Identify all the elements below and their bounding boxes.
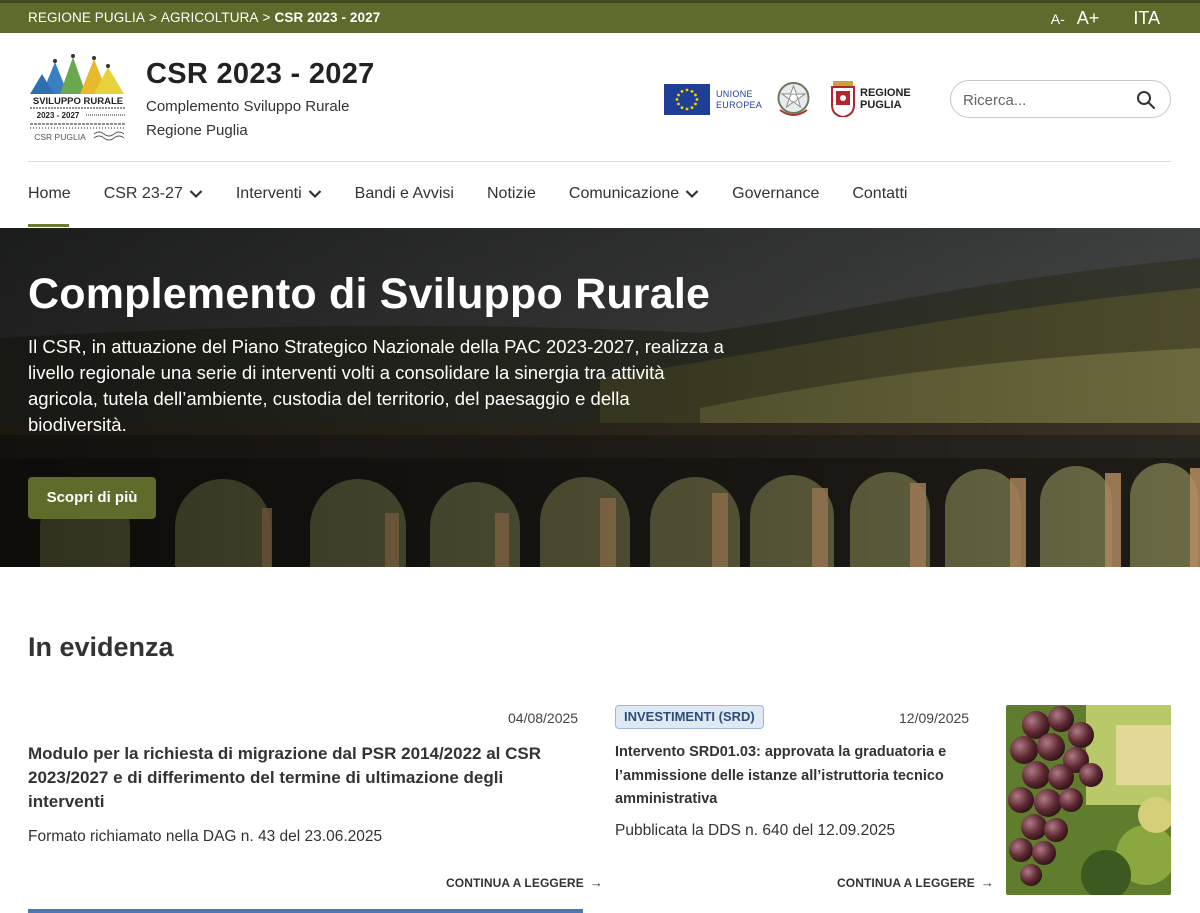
read-more-label: CONTINUA A LEGGERE <box>837 875 975 890</box>
news-card-2-read-more-link[interactable]: CONTINUA A LEGGERE → <box>837 875 994 890</box>
news-card-2-date: 12/09/2025 <box>899 710 970 726</box>
nav-item-comunicazione[interactable]: Comunicazione <box>569 184 699 204</box>
site-title[interactable]: CSR 2023 - 2027 <box>146 58 375 91</box>
logo-line-2: 2023 - 2027 <box>37 111 80 120</box>
logo-line-3: CSR PUGLIA <box>34 132 86 142</box>
regione-puglia-label: REGIONE PUGLIA <box>860 87 911 111</box>
nav-item-label: Bandi e Avvisi <box>354 185 454 202</box>
chevron-down-icon <box>308 190 321 199</box>
news-card-2-description: Pubblicata la DDS n. 640 del 12.09.2025 <box>615 822 896 839</box>
eu-partner-logo[interactable]: UNIONE EUROPEA <box>664 84 762 115</box>
breadcrumb-current: CSR 2023 - 2027 <box>274 10 381 25</box>
nav-item-label: Interventi <box>235 185 302 202</box>
nav-item-interventi[interactable]: Interventi <box>236 184 322 204</box>
arrow-right-icon: → <box>980 875 994 890</box>
eu-flag-icon <box>664 84 710 115</box>
hero-banner: Complemento di Sviluppo Rurale Il CSR, i… <box>0 228 1200 567</box>
breadcrumb-separator: > <box>148 10 157 25</box>
nav-item-home[interactable]: Home <box>28 184 71 204</box>
breadcrumb-link-regione-puglia[interactable]: REGIONE PUGLIA <box>28 10 145 25</box>
nav-item-label: Notizie <box>486 185 536 202</box>
font-increase-button[interactable]: A+ <box>1077 8 1100 29</box>
nav-item-label: Contatti <box>852 185 908 202</box>
eu-label-line-2: EUROPEA <box>716 99 763 110</box>
nav-item-contatti[interactable]: Contatti <box>852 184 907 204</box>
search-box[interactable] <box>950 80 1171 118</box>
breadcrumb: REGIONE PUGLIA > AGRICOLTURA > CSR 2023 - 20… <box>28 10 380 25</box>
hero-title: Complemento di Sviluppo Rurale <box>28 270 711 318</box>
eu-label-line-1: UNIONE <box>716 88 753 99</box>
chevron-down-icon <box>685 190 699 199</box>
font-decrease-button[interactable]: A- <box>1051 11 1065 27</box>
news-card-2-grapes-image[interactable] <box>1006 705 1171 895</box>
nav-item-label: CSR 23-27 <box>103 185 183 202</box>
italian-republic-emblem-icon[interactable] <box>776 80 811 118</box>
nav-active-indicator <box>28 224 69 227</box>
news-card-2-title[interactable]: Intervento SRD01.03: approvata la gradua… <box>615 741 985 812</box>
nav-item-notizie[interactable]: Notizie <box>487 184 536 204</box>
puglia-label-line-1: REGIONE <box>860 87 911 99</box>
news-card-1-description: Formato richiamato nella DAG n. 43 del 2… <box>28 828 383 845</box>
nav-item-label: Comunicazione <box>568 185 680 202</box>
news-card-1-accent-bar <box>28 909 583 913</box>
puglia-label-line-2: PUGLIA <box>860 99 902 111</box>
news-card-1-title[interactable]: Modulo per la richiesta di migrazione da… <box>28 742 558 814</box>
hero-description: Il CSR, in attuazione del Piano Strategi… <box>28 336 724 435</box>
main-navigation: Home CSR 23-27 Interventi Bandi e Avvisi… <box>28 184 940 204</box>
site-subtitle-region: Regione Puglia <box>146 122 248 139</box>
category-badge[interactable]: INVESTIMENTI (SRD) <box>615 705 764 729</box>
header-divider <box>28 161 1171 162</box>
site-subtitle: Complemento Sviluppo Rurale <box>146 98 350 115</box>
chevron-down-icon <box>189 190 203 199</box>
logo-line-1: SVILUPPO RURALE <box>33 96 123 107</box>
csr-puglia-logo[interactable]: SVILUPPO RURALE 2023 - 2027 CSR PUGLIA <box>28 52 128 144</box>
nav-item-label: Governance <box>732 185 820 202</box>
nav-item-label: Home <box>28 185 71 202</box>
top-utility-bar: REGIONE PUGLIA > AGRICOLTURA > CSR 2023 - 20… <box>0 0 1200 33</box>
news-card-1-date: 04/08/2025 <box>508 710 579 726</box>
read-more-label: CONTINUA A LEGGERE <box>446 875 584 890</box>
arrow-right-icon: → <box>589 875 603 890</box>
eu-label: UNIONE EUROPEA <box>716 89 762 111</box>
language-selector[interactable]: ITA <box>1133 8 1160 29</box>
section-title: In evidenza <box>28 632 174 662</box>
news-card-1-read-more-link[interactable]: CONTINUA A LEGGERE → <box>446 875 603 890</box>
regione-puglia-partner-logo[interactable]: REGIONE PUGLIA <box>831 81 911 117</box>
search-icon[interactable] <box>1136 90 1156 110</box>
nav-item-csr-23-27[interactable]: CSR 23-27 <box>104 184 203 204</box>
discover-more-button[interactable]: Scopri di più <box>28 477 156 519</box>
nav-item-governance[interactable]: Governance <box>732 184 819 204</box>
puglia-shield-icon <box>831 81 855 117</box>
search-input[interactable] <box>963 89 1133 111</box>
accessibility-controls: A- A+ ITA <box>1051 8 1160 29</box>
nav-item-bandi-e-avvisi[interactable]: Bandi e Avvisi <box>355 184 454 204</box>
breadcrumb-link-agricoltura[interactable]: AGRICOLTURA <box>161 10 259 25</box>
breadcrumb-separator: > <box>262 10 271 25</box>
